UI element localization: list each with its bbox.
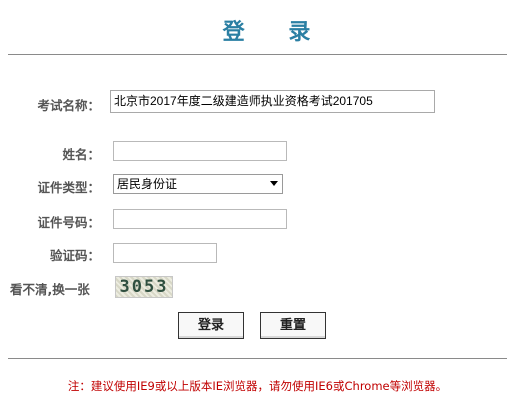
id-number-input[interactable] [113, 209, 287, 229]
refresh-captcha-link[interactable]: 看不清,换一张 [10, 279, 90, 298]
page-title: 登 录 [222, 20, 329, 45]
captcha-label: 验证码： [49, 248, 100, 263]
id-type-label: 证件类型： [37, 180, 100, 195]
captcha-input[interactable] [113, 243, 217, 263]
bottom-divider [8, 358, 507, 359]
browser-notice: 注：建议使用IE9或以上版本IE浏览器，请勿使用IE6或Chrome等浏览器。 [67, 379, 448, 393]
login-button[interactable]: 登录 [178, 312, 244, 339]
exam-name-field: 北京市2017年度二级建造师执业资格考试201705 [110, 90, 435, 113]
id-type-select[interactable]: 居民身份证 [113, 174, 283, 194]
captcha-image[interactable]: 3053 [115, 276, 173, 298]
name-label: 姓名： [62, 147, 100, 162]
name-input[interactable] [113, 141, 287, 161]
top-divider [8, 54, 507, 55]
reset-button[interactable]: 重置 [260, 312, 326, 339]
exam-name-label: 考试名称： [37, 98, 100, 113]
id-number-label: 证件号码： [37, 215, 100, 230]
chevron-down-icon [270, 181, 278, 186]
id-type-selected-value: 居民身份证 [117, 177, 178, 191]
